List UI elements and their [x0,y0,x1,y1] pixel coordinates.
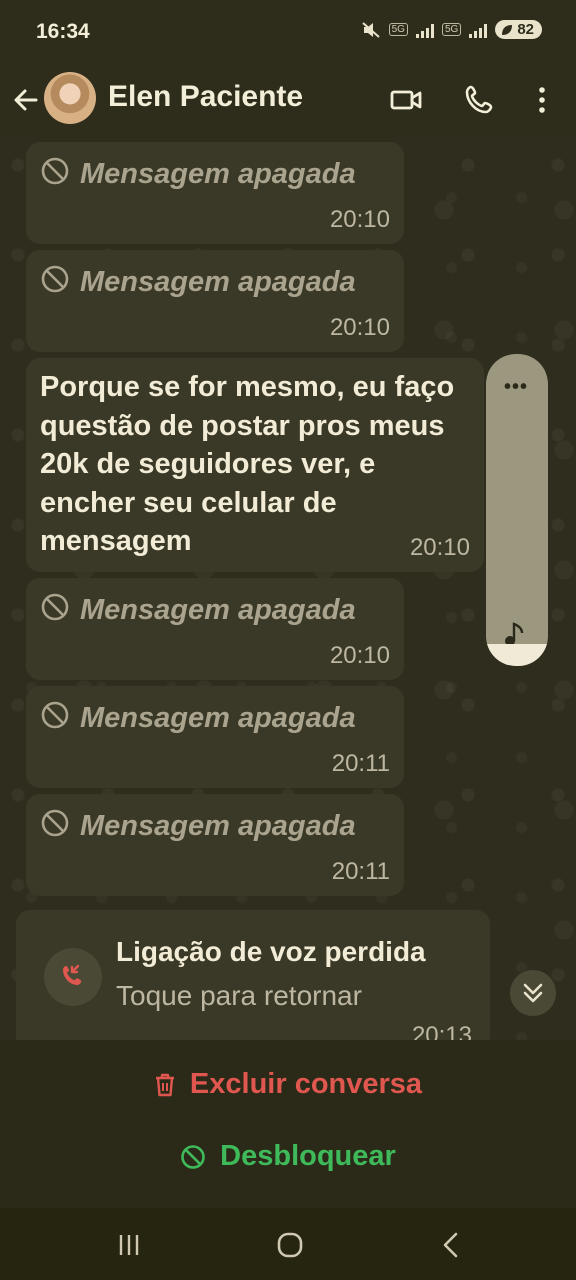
deleted-message[interactable]: Mensagem apagada 20:10 [26,578,404,680]
deleted-message[interactable]: Mensagem apagada 20:10 [26,250,404,352]
blocked-icon [41,265,69,293]
message-time: 20:10 [329,206,390,233]
voice-call-icon[interactable] [462,82,498,118]
message-time: 20:10 [409,534,470,561]
message-time: 20:13 [411,1022,472,1040]
message-time: 20:10 [329,314,390,341]
battery-level: 82 [517,21,534,38]
signal-icon [469,22,488,38]
contact-avatar[interactable] [44,72,96,124]
blocked-icon [41,157,69,185]
chat-area[interactable]: Mensagem apagada 20:10 Mensagem apagada … [0,138,576,1040]
missed-call-icon [63,964,82,985]
message-time: 20:10 [329,642,390,669]
fast-scroll-handle[interactable]: ••• [486,354,548,666]
recent-apps-icon[interactable] [114,1230,144,1260]
status-bar: 16:34 5G 5G 82 [0,0,576,64]
back-nav-icon[interactable] [436,1230,466,1260]
scroll-to-bottom-button[interactable] [510,970,556,1016]
trash-icon [155,1073,174,1096]
status-icons: 5G 5G 82 [361,20,542,39]
delete-chat-label: Excluir conversa [189,1068,423,1100]
network-type-badge: 5G [441,23,462,36]
blocked-icon [41,809,69,837]
deleted-message[interactable]: Mensagem apagada 20:11 [26,686,404,788]
unblock-button[interactable]: Desbloquear [0,1140,576,1173]
missed-call-title: Ligação de voz perdida [116,936,426,967]
back-arrow-icon[interactable] [10,84,42,116]
unblock-label: Desbloquear [220,1140,396,1172]
blocked-icon [41,593,69,621]
deleted-message[interactable]: Mensagem apagada 20:10 [26,142,404,244]
video-call-icon[interactable] [388,82,424,118]
block-icon [181,1144,205,1169]
deleted-message-text: Mensagem apagada [80,266,356,298]
missed-call-icon-badge [44,948,102,1006]
home-icon[interactable] [275,1230,305,1260]
more-options-icon[interactable] [524,82,560,118]
deleted-message-text: Mensagem apagada [80,702,356,734]
blocked-icon [41,701,69,729]
missed-call-subtitle: Toque para retornar [116,980,362,1011]
chat-header: Elen Paciente [0,64,576,138]
deleted-message-text: Mensagem apagada [80,594,356,626]
status-time: 16:34 [36,20,90,43]
system-navigation-bar [0,1208,576,1280]
deleted-message-text: Mensagem apagada [80,158,356,190]
blocked-contact-actions: Excluir conversa Desbloquear [0,1040,576,1208]
double-chevron-down-icon [523,983,543,1003]
scroll-handle-base [486,644,548,666]
deleted-message-text: Mensagem apagada [80,810,356,842]
contact-name[interactable]: Elen Paciente [108,80,303,114]
delete-chat-button[interactable]: Excluir conversa [0,1068,576,1101]
message-time: 20:11 [331,750,390,777]
text-message[interactable]: Porque se for mesmo, eu faço questão de … [26,358,484,572]
network-type-badge: 5G [388,23,408,36]
missed-call-message[interactable]: Ligação de voz perdida Toque para retorn… [16,910,490,1040]
message-time: 20:11 [331,858,390,885]
signal-icon [415,22,434,38]
deleted-message[interactable]: Mensagem apagada 20:11 [26,794,404,896]
message-text: Porque se for mesmo, eu faço questão de … [40,371,455,557]
mute-icon [361,21,380,38]
scroll-menu-dots: ••• [504,376,529,398]
battery-indicator: 82 [495,20,542,39]
leaf-icon [502,25,513,35]
